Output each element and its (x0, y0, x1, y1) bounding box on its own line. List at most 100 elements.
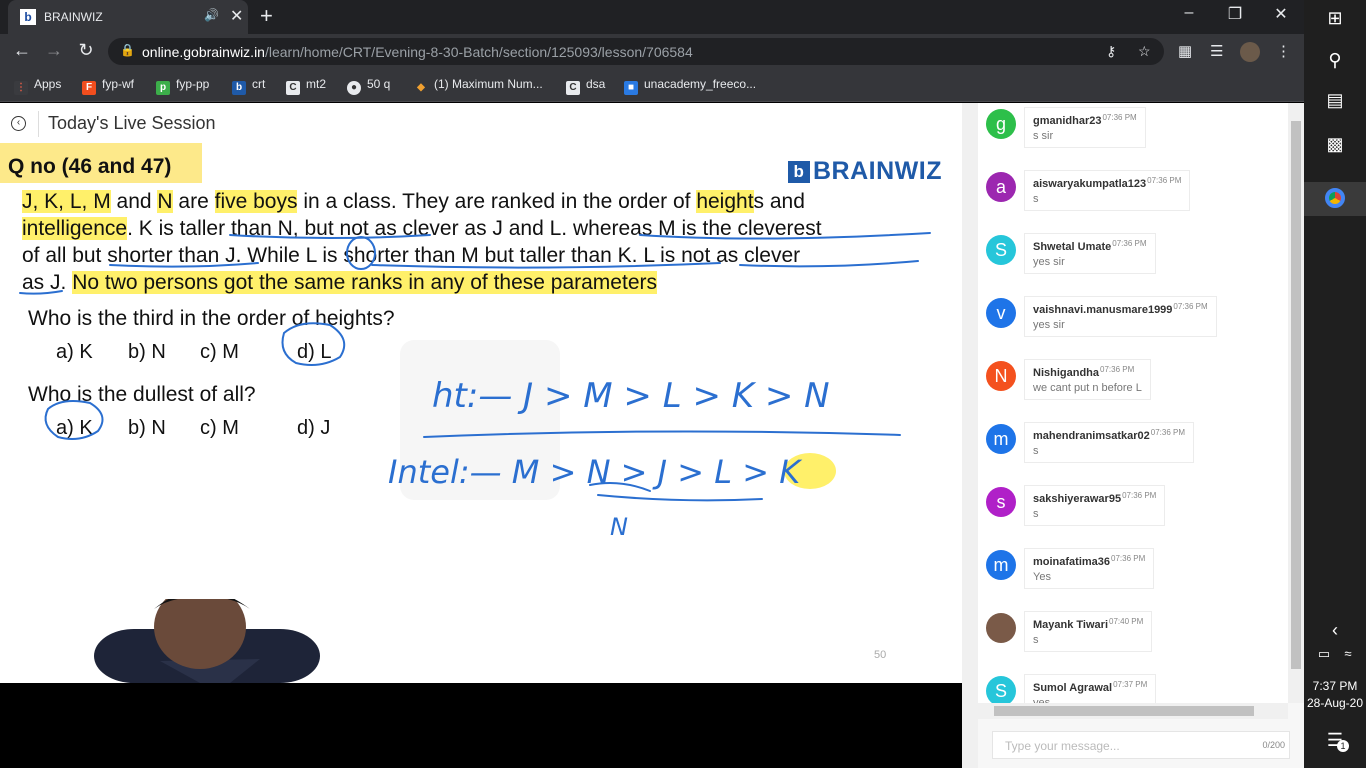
globe-icon: ● (347, 81, 361, 95)
scrollbar-thumb[interactable] (1291, 121, 1301, 669)
avatar: S (986, 235, 1016, 265)
bookmark-label: fyp-pp (176, 77, 210, 91)
chat-message-text: s (1033, 634, 1039, 646)
slide-page-number: 50 (874, 649, 887, 661)
bookmark-label: Apps (34, 77, 62, 91)
bookmark-crt[interactable]: b crt (232, 77, 265, 95)
page: ‹ Today's Live Session Q no (46 and 47) … (0, 103, 1304, 768)
chat-timestamp: 07:36 PM (1112, 239, 1147, 248)
chat-username: sakshiyerawar95 (1033, 493, 1122, 505)
chat-timestamp: 07:36 PM (1111, 554, 1146, 563)
speaker-icon[interactable]: 🔊 (204, 8, 219, 22)
underline-stroke (19, 290, 63, 295)
terminal-icon[interactable]: ▩ (1323, 134, 1347, 158)
bookmark-mt2[interactable]: Cmt2 (286, 77, 326, 95)
chat-message: m moinafatima3607:36 PM Yes (978, 548, 1288, 614)
bookmark-fyp-pp[interactable]: p fyp-pp (156, 77, 209, 95)
puzzle-icon[interactable]: ▦ (1178, 42, 1192, 60)
chat-username: gmanidhar23 (1033, 115, 1102, 127)
battery-icon[interactable]: ▭ (1314, 646, 1334, 670)
restore-button[interactable]: ❐ (1220, 4, 1250, 24)
video-bottom-bar (0, 683, 962, 728)
chat-bubble: Nishigandha07:36 PM we cant put n before … (1024, 359, 1151, 400)
forward-arrow-icon[interactable]: → (42, 40, 66, 61)
chat-message-list[interactable]: g gmanidhar2307:36 PM s sir a aiswaryakumpat… (978, 103, 1288, 703)
chat-bubble: Mayank Tiwari07:40 PM s (1024, 611, 1153, 652)
tab-close-icon[interactable]: ✕ (230, 6, 243, 26)
chat-message-text: yes sir (1033, 256, 1065, 268)
underline-stroke (639, 232, 931, 240)
lock-icon[interactable]: 🔒 (120, 43, 135, 57)
url-path: /learn/home/CRT/Evening-8-30-Batch/secti… (264, 44, 693, 60)
media-queue-icon[interactable]: ☰ (1210, 42, 1223, 60)
bookmark-fyp-wf[interactable]: Ffyp-wf (82, 77, 134, 95)
task-view-icon[interactable]: ▤ (1323, 90, 1347, 114)
notification-count: 1 (1337, 740, 1349, 752)
tab-brainwiz[interactable]: b BRAINWIZ 🔊 ✕ (8, 0, 248, 34)
chat-left-gutter (962, 103, 978, 768)
presenter-video (94, 599, 320, 683)
chat-username: aiswaryakumpatla123 (1033, 178, 1147, 190)
chat-message: Mayank Tiwari07:40 PM s (978, 611, 1288, 677)
bookmark-label: 50 q (367, 77, 391, 91)
clock-time: 7:37 PM (1312, 679, 1358, 693)
page-title: Today's Live Session (48, 113, 216, 133)
circle-mark (44, 400, 104, 440)
bookmark-dsa[interactable]: Cdsa (566, 77, 605, 95)
bookmark-apps[interactable]: ⋮ Apps (14, 77, 61, 95)
more-icon[interactable]: ⋮ (1276, 42, 1291, 60)
chrome-icon[interactable] (1304, 182, 1366, 216)
apps-grid-icon: ⋮ (14, 81, 28, 95)
reload-icon[interactable]: ↻ (74, 40, 98, 61)
avatar: v (986, 298, 1016, 328)
chat-message-input[interactable]: Type your message... 0/200 (992, 731, 1290, 759)
search-icon[interactable]: ⚲ (1323, 50, 1347, 74)
chat-horizontal-scrollbar[interactable] (978, 703, 1288, 719)
notification-icon[interactable]: ☰ 1 (1323, 730, 1349, 754)
profile-avatar[interactable] (1240, 42, 1260, 62)
wifi-icon[interactable]: ≈ (1338, 646, 1358, 670)
lecture-slide: Q no (46 and 47) b BRAINWIZ J, K, L, M an… (0, 143, 962, 683)
chat-username: vaishnavi.manusmare1999 (1033, 304, 1173, 316)
chat-username: Nishigandha (1033, 367, 1100, 379)
bookmark-label: unacademy_freeco... (644, 77, 757, 91)
chat-message-text: s sir (1033, 130, 1054, 142)
chevron-up-icon[interactable]: ‹ (1323, 620, 1347, 644)
leetcode-icon: ◆ (414, 81, 428, 95)
ink-heights-line: ht:— J > M > L > K > N (432, 376, 830, 416)
chat-bubble: sakshiyerawar9507:36 PM s (1024, 485, 1166, 526)
scrollbar-thumb[interactable] (994, 706, 1254, 716)
chat-timestamp: 07:36 PM (1173, 302, 1208, 311)
close-window-button[interactable]: ✕ (1266, 4, 1296, 24)
new-tab-button[interactable]: + (260, 3, 273, 29)
underline-stroke (109, 262, 259, 268)
bookmarks-bar: ⋮ Apps Ffyp-wf p fyp-pp b crt Cmt2 ● 50 q ◆ (… (0, 68, 1304, 102)
chat-message: S Sumol Agrawal07:37 PM yes (978, 674, 1288, 703)
chat-bubble: moinafatima3607:36 PM Yes (1024, 548, 1155, 589)
chat-message: s sakshiyerawar9507:36 PM s (978, 485, 1288, 551)
avatar: S (986, 676, 1016, 703)
windows-start-icon[interactable]: ⊞ (1323, 8, 1347, 32)
circle-mark (346, 236, 376, 270)
key-icon[interactable]: ⚷ (1106, 43, 1116, 60)
chat-timestamp: 07:36 PM (1147, 176, 1182, 185)
clock[interactable]: 7:37 PM 28-Aug-20 (1304, 678, 1366, 712)
minimize-button[interactable]: – (1174, 4, 1204, 22)
bookmark-unacademy[interactable]: ■ unacademy_freeco... (624, 77, 756, 95)
chat-input-placeholder: Type your message... (1005, 739, 1120, 753)
back-icon[interactable]: ‹ (11, 116, 26, 131)
back-arrow-icon[interactable]: ← (10, 40, 34, 61)
chat-vertical-scrollbar[interactable] (1288, 103, 1304, 703)
avatar: a (986, 172, 1016, 202)
underline-stroke (739, 260, 919, 268)
figma-icon: F (82, 81, 96, 95)
star-icon[interactable]: ☆ (1138, 43, 1151, 60)
bookmark-maximum-num[interactable]: ◆ (1) Maximum Num... (414, 77, 543, 95)
bookmark-50q[interactable]: ● 50 q (347, 77, 390, 95)
url-text[interactable]: online.gobrainwiz.in/learn/home/CRT/Even… (142, 44, 693, 60)
avatar: m (986, 424, 1016, 454)
address-bar[interactable]: 🔒 online.gobrainwiz.in/learn/home/CRT/Ev… (108, 38, 1164, 65)
ink-intel-line: Intel:— M > N > J > L > K (388, 453, 803, 491)
circle-mark (281, 322, 346, 366)
chat-timestamp: 07:36 PM (1100, 365, 1135, 374)
